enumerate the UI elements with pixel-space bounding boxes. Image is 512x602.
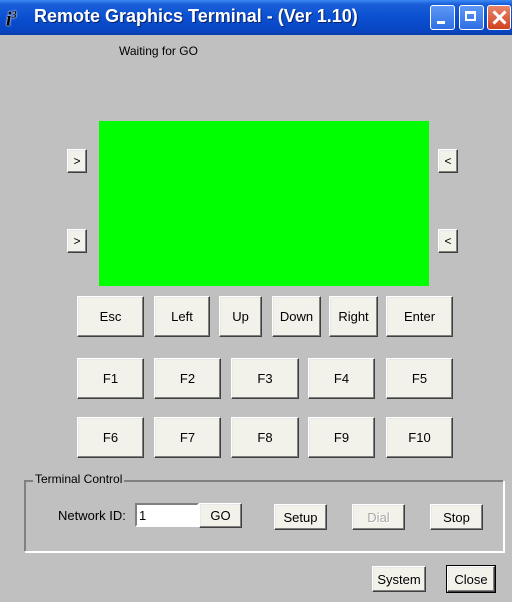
terminal-control-label: Terminal Control <box>33 472 125 486</box>
f6-button[interactable]: F6 <box>77 417 144 458</box>
right-bottom-arrow-button[interactable]: < <box>438 229 458 253</box>
f3-button[interactable]: F3 <box>231 358 299 399</box>
go-button[interactable]: GO <box>199 503 242 528</box>
app-window: i3 Remote Graphics Terminal - (Ver 1.10)… <box>0 0 512 602</box>
enter-button[interactable]: Enter <box>386 296 453 337</box>
left-button[interactable]: Left <box>154 296 210 337</box>
right-button[interactable]: Right <box>329 296 378 337</box>
app-icon: i3 <box>6 8 17 31</box>
minimize-button[interactable] <box>430 5 455 30</box>
network-id-input[interactable] <box>135 503 199 527</box>
down-button[interactable]: Down <box>272 296 321 337</box>
system-button[interactable]: System <box>372 566 426 592</box>
f7-button[interactable]: F7 <box>154 417 221 458</box>
f8-button[interactable]: F8 <box>231 417 299 458</box>
f5-button[interactable]: F5 <box>386 358 453 399</box>
status-text: Waiting for GO <box>119 44 198 58</box>
right-top-arrow-button[interactable]: < <box>438 149 458 173</box>
network-id-label: Network ID: <box>58 508 126 523</box>
esc-button[interactable]: Esc <box>77 296 144 337</box>
up-button[interactable]: Up <box>219 296 262 337</box>
window-title: Remote Graphics Terminal - (Ver 1.10) <box>34 6 358 26</box>
left-bottom-arrow-button[interactable]: > <box>67 229 87 253</box>
stop-button[interactable]: Stop <box>430 504 483 530</box>
dial-button[interactable]: Dial <box>352 504 405 530</box>
close-button[interactable]: Close <box>446 565 496 593</box>
f4-button[interactable]: F4 <box>308 358 375 399</box>
maximize-button[interactable] <box>459 5 484 30</box>
f1-button[interactable]: F1 <box>77 358 144 399</box>
left-top-arrow-button[interactable]: > <box>67 149 87 173</box>
title-bar[interactable]: i3 Remote Graphics Terminal - (Ver 1.10) <box>0 0 512 35</box>
f10-button[interactable]: F10 <box>386 417 453 458</box>
terminal-display <box>99 121 429 286</box>
close-window-button[interactable] <box>487 5 511 30</box>
f2-button[interactable]: F2 <box>154 358 221 399</box>
setup-button[interactable]: Setup <box>274 504 327 530</box>
f9-button[interactable]: F9 <box>308 417 375 458</box>
